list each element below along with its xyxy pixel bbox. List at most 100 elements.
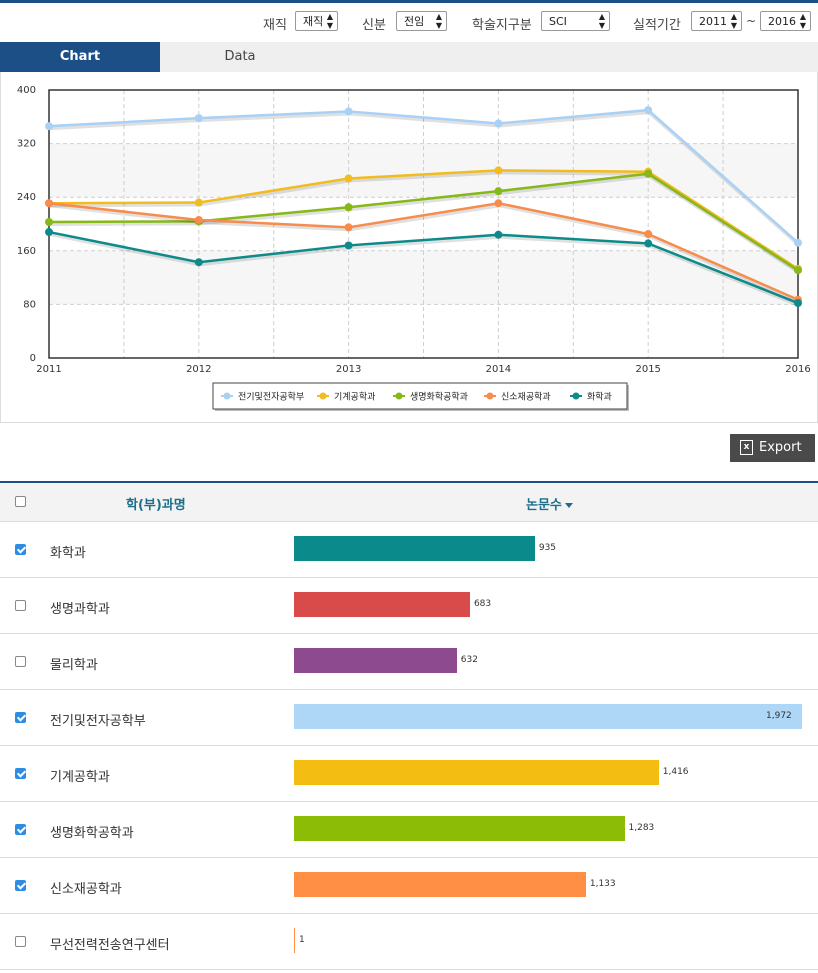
series-point	[45, 228, 53, 237]
status-select[interactable]: 재직 ▲ ▼	[295, 11, 338, 31]
row-checkbox[interactable]	[15, 824, 26, 835]
table-row: 화학과 935	[0, 522, 818, 578]
series-point	[344, 174, 353, 183]
series-point	[494, 187, 503, 196]
department-name: 물리학과	[50, 658, 98, 673]
x-tick-label: 2015	[635, 364, 660, 375]
row-checkbox[interactable]	[15, 712, 26, 723]
department-name: 무선전력전송연구센터	[50, 938, 170, 953]
series-point	[494, 199, 503, 208]
legend-label: 전기및전자공학부	[238, 391, 304, 403]
journal-label: 학술지구분	[472, 18, 532, 33]
legend-label: 화학과	[587, 392, 612, 403]
excel-icon: x	[740, 440, 753, 455]
status-label: 재직	[263, 18, 287, 33]
legend-label: 기계공학과	[334, 391, 375, 403]
legend-marker-dot	[395, 392, 403, 400]
position-select-value: 전임	[404, 15, 425, 28]
paper-count-bar	[294, 592, 470, 617]
series-point	[644, 169, 653, 178]
row-checkbox[interactable]	[15, 936, 26, 947]
period-separator: ~	[746, 14, 757, 28]
series-point	[344, 241, 353, 250]
series-point	[194, 258, 203, 267]
sort-desc-icon	[564, 503, 573, 508]
select-all-checkbox[interactable]	[15, 496, 26, 507]
paper-count-value: 1,972	[766, 711, 792, 721]
chart-panel: 0 80 160 240 320 400 2011 2012 2013 2014 2015 2016 전…	[0, 72, 818, 423]
paper-count-bar	[294, 536, 535, 561]
paper-count-value: 1	[299, 935, 305, 945]
tab-chart[interactable]: Chart	[0, 42, 160, 72]
y-tick-label: 80	[23, 299, 36, 310]
status-select-value: 재직	[303, 15, 324, 28]
legend-label: 신소재공학과	[501, 392, 551, 403]
legend-label: 생명화학공학과	[410, 392, 468, 403]
series-point	[45, 122, 53, 131]
series-point	[644, 106, 653, 115]
x-tick-label: 2011	[36, 364, 61, 375]
table-row: 물리학과 632	[0, 634, 818, 690]
tab-data[interactable]: Data	[160, 42, 320, 72]
view-tabs: Chart Data	[0, 42, 818, 73]
period-from-select[interactable]: 2011 ▲ ▼	[691, 11, 742, 31]
paper-count-value: 1,416	[662, 767, 689, 777]
paper-count-value: 1,133	[589, 879, 616, 889]
legend-marker-dot	[486, 392, 494, 400]
export-label: Export	[759, 440, 802, 455]
department-name: 신소재공학과	[50, 882, 122, 897]
department-name: 생명화학공학과	[50, 826, 134, 841]
department-name: 생명과학과	[50, 602, 110, 617]
period-from-value: 2011	[699, 15, 727, 28]
series-point	[344, 223, 353, 232]
table-row: 생명화학공학과 1,283	[0, 802, 818, 858]
line-chart: 0 80 160 240 320 400 2011 2012 2013 2014 2015 2016 전…	[17, 85, 811, 411]
department-name: 화학과	[50, 546, 86, 561]
legend-marker-dot	[572, 392, 580, 400]
header-department[interactable]: 학(부)과명	[126, 494, 186, 513]
series-point	[494, 119, 503, 128]
paper-count-bar	[294, 760, 659, 785]
paper-count-value: 683	[473, 599, 492, 609]
top-accent-line	[0, 0, 818, 3]
row-checkbox[interactable]	[15, 768, 26, 779]
journal-select-value: SCI	[549, 15, 567, 28]
position-select[interactable]: 전임 ▲ ▼	[396, 11, 447, 31]
department-name: 기계공학과	[50, 770, 110, 785]
header-paper-count[interactable]: 논문수	[526, 494, 573, 513]
department-table: 학(부)과명 논문수 화학과 935 생명과학과 683 물리학과 632 전기및전자공학부…	[0, 481, 818, 970]
filter-bar: 재직 재직 ▲ ▼ 신분 전임 ▲ ▼ 학술지구분 SCI ▲ ▼ 실적기간 2011…	[0, 8, 818, 36]
period-to-select[interactable]: 2016 ▲ ▼	[760, 11, 811, 31]
y-tick-label: 400	[17, 85, 36, 96]
journal-select[interactable]: SCI ▲ ▼	[541, 11, 610, 31]
y-tick-label: 320	[17, 139, 36, 150]
legend-marker-dot	[319, 392, 327, 400]
series-point	[344, 107, 353, 116]
y-tick-label: 160	[17, 246, 36, 257]
period-to-value: 2016	[768, 15, 796, 28]
legend-marker-dot	[223, 392, 231, 400]
series-point	[194, 198, 203, 207]
row-checkbox[interactable]	[15, 880, 26, 891]
table-body: 화학과 935 생명과학과 683 물리학과 632 전기및전자공학부 1,972 기계공학과 1…	[0, 522, 818, 970]
table-row: 기계공학과 1,416	[0, 746, 818, 802]
series-point	[794, 238, 802, 247]
row-checkbox[interactable]	[15, 600, 26, 611]
table-header: 학(부)과명 논문수	[0, 481, 818, 522]
x-tick-label: 2013	[336, 364, 361, 375]
paper-count-value: 1,283	[628, 823, 655, 833]
series-point	[344, 203, 353, 212]
select-arrows-icon: ▲ ▼	[598, 12, 605, 30]
header-paper-count-label: 논문수	[526, 498, 562, 513]
paper-count-bar	[294, 648, 457, 673]
paper-count-bar	[294, 816, 625, 841]
paper-count-value: 632	[460, 655, 478, 665]
period-label: 실적기간	[633, 18, 681, 33]
series-point	[644, 230, 653, 239]
series-point	[194, 215, 203, 224]
row-checkbox[interactable]	[15, 656, 26, 667]
export-button[interactable]: x Export	[730, 434, 815, 462]
row-checkbox[interactable]	[15, 544, 26, 555]
series-point	[45, 217, 53, 226]
y-tick-label: 240	[17, 192, 36, 203]
